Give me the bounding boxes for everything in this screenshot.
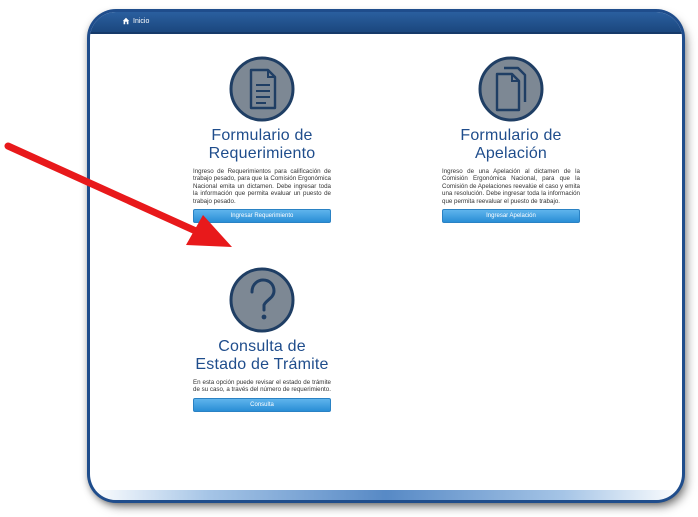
question-mark-icon: [229, 267, 295, 333]
documents-stack-icon: [478, 56, 544, 122]
ingresar-apelacion-button[interactable]: Ingresar Apelación: [442, 209, 580, 224]
card-description: En esta opción puede revisar el estado d…: [193, 379, 331, 394]
card-title-line1: Consulta de: [218, 338, 306, 355]
card-title-line2: Estado de Trámite: [195, 356, 329, 373]
card-title-requerimiento: Formulario de Requerimiento: [193, 127, 331, 163]
home-label: Inicio: [133, 17, 150, 25]
card-title-line2: Apelación: [474, 145, 548, 162]
card-title-line1: Formulario de: [460, 127, 562, 144]
bottom-accent-bar: [90, 490, 682, 500]
card-requerimiento: Formulario de Requerimiento Ingreso de R…: [193, 55, 331, 224]
card-apelacion: Formulario de Apelación Ingreso de una A…: [442, 55, 580, 224]
card-title-line1: Formulario de: [211, 127, 313, 144]
card-title-line2: Requerimiento: [208, 145, 316, 162]
document-icon: [229, 56, 295, 122]
card-description: Ingreso de Requerimientos para calificac…: [193, 168, 331, 205]
screenshot-canvas: Inicio Formulario de Requerimiento Ingre…: [0, 0, 698, 517]
card-description: Ingreso de una Apelación al dictamen de …: [442, 168, 580, 205]
ingresar-requerimiento-button[interactable]: Ingresar Requerimiento: [193, 209, 331, 224]
home-link[interactable]: Inicio: [122, 17, 149, 25]
consulta-button[interactable]: Consulta: [193, 397, 331, 412]
card-consulta: Consulta de Estado de Trámite En esta op…: [193, 266, 331, 412]
home-icon: [122, 17, 130, 25]
card-title-consulta: Consulta de Estado de Trámite: [193, 338, 331, 374]
card-title-apelacion: Formulario de Apelación: [442, 127, 580, 163]
top-nav-bar: Inicio: [90, 12, 682, 34]
app-window: Inicio: [90, 12, 682, 500]
